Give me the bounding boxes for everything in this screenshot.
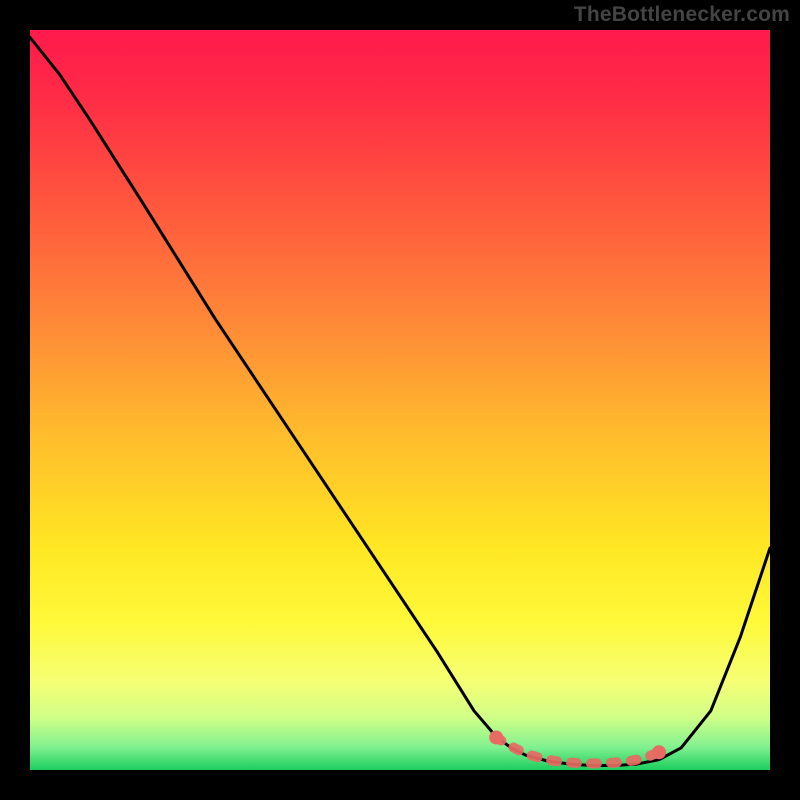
figure-frame: TheBottlenecker.com <box>0 0 800 800</box>
attribution-text: TheBottlenecker.com <box>574 3 790 27</box>
gradient-background <box>30 30 770 770</box>
chart-svg <box>30 30 770 770</box>
range-end-dot <box>652 745 666 759</box>
range-end-dot <box>489 730 503 744</box>
plot-area <box>30 30 770 770</box>
